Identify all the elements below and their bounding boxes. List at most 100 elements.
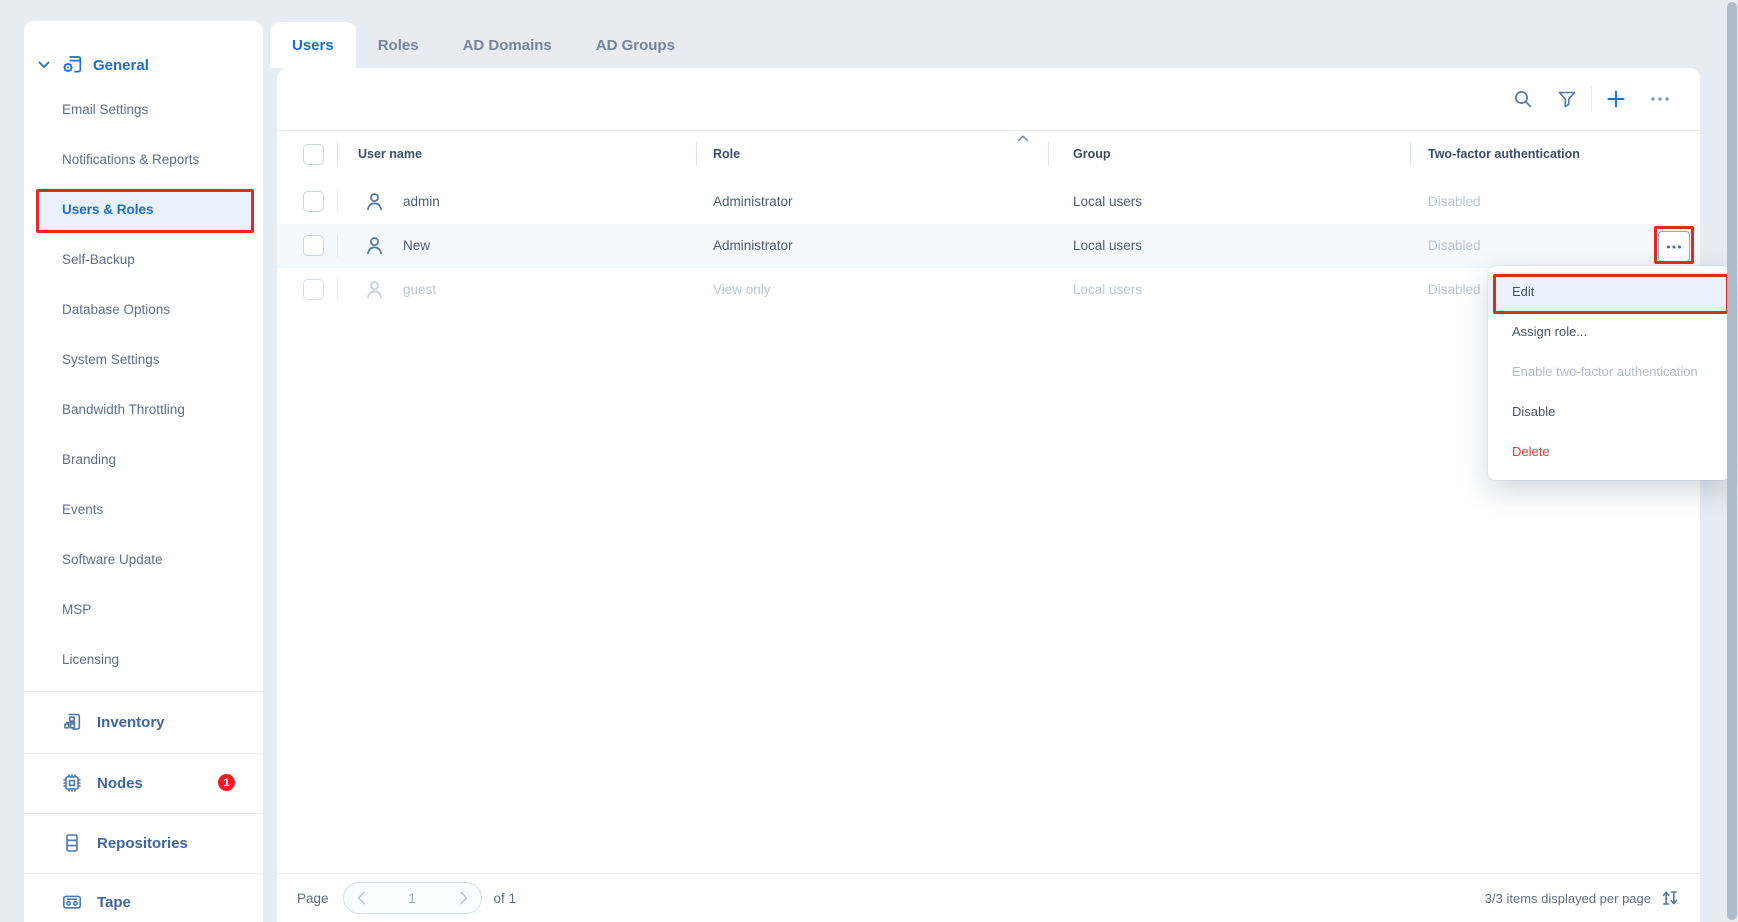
divider: [24, 691, 263, 692]
search-button[interactable]: [1501, 79, 1545, 119]
menu-item-assign-role[interactable]: Assign role...: [1488, 312, 1730, 352]
toolbar-divider: [1591, 86, 1592, 112]
tab-bar: Users Roles AD Domains AD Groups: [270, 22, 697, 68]
sidebar-section-label: Repositories: [97, 835, 188, 852]
select-all-checkbox[interactable]: [303, 144, 324, 165]
sort-ascending-icon: [1017, 134, 1029, 182]
adjust-rows-icon: [1660, 888, 1680, 908]
tab-ad-domains[interactable]: AD Domains: [441, 22, 574, 68]
table-row-new[interactable]: New Administrator Local users Disabled: [277, 224, 1700, 268]
sidebar-item-notifications-reports[interactable]: Notifications & Reports: [24, 140, 263, 180]
page-scrollbar[interactable]: [1727, 2, 1737, 920]
sidebar-section-repositories[interactable]: Repositories: [60, 831, 188, 855]
cell-user-name: guest: [403, 268, 436, 312]
toolbar: [1501, 76, 1682, 122]
table-row-guest[interactable]: guest View only Local users Disabled: [277, 268, 1700, 312]
sidebar-item-system-settings[interactable]: System Settings: [24, 340, 263, 380]
column-header-user-name[interactable]: User name: [358, 130, 422, 178]
chevron-left-icon: [356, 891, 366, 905]
items-per-page-button[interactable]: [1660, 888, 1680, 908]
user-icon: [363, 278, 386, 301]
items-summary: 3/3 items displayed per page: [1485, 891, 1651, 906]
sidebar-section-label: General: [93, 57, 149, 74]
sidebar-item-self-backup[interactable]: Self-Backup: [24, 240, 263, 280]
user-icon: [363, 190, 386, 213]
add-user-button[interactable]: [1594, 79, 1638, 119]
ellipsis-icon: [1666, 244, 1682, 250]
menu-item-enable-two-factor: Enable two-factor authentication: [1488, 352, 1730, 392]
row-divider: [337, 191, 338, 213]
divider: [24, 753, 263, 754]
sidebar-item-software-update[interactable]: Software Update: [24, 540, 263, 580]
column-header-group[interactable]: Group: [1073, 130, 1111, 178]
tab-users[interactable]: Users: [270, 22, 356, 68]
menu-item-delete[interactable]: Delete: [1488, 432, 1730, 472]
sidebar-section-general[interactable]: General: [37, 53, 149, 77]
sidebar: General Email Settings Notifications & R…: [24, 21, 263, 922]
cell-two-factor: Disabled: [1428, 224, 1481, 268]
divider: [24, 873, 263, 874]
row-divider: [337, 279, 338, 301]
sidebar-section-label: Inventory: [97, 714, 165, 731]
page-selector: 1: [343, 882, 482, 914]
sidebar-section-tape[interactable]: Tape: [60, 890, 131, 914]
more-actions-button[interactable]: [1638, 79, 1682, 119]
table-row-admin[interactable]: admin Administrator Local users Disabled: [277, 180, 1700, 224]
menu-item-disable[interactable]: Disable: [1488, 392, 1730, 432]
sidebar-item-users-roles[interactable]: Users & Roles: [37, 189, 253, 231]
cell-group: Local users: [1073, 224, 1142, 268]
sidebar-section-inventory[interactable]: Inventory: [60, 710, 165, 734]
context-menu: Edit Assign role... Enable two-factor au…: [1488, 266, 1730, 480]
cell-user-name: New: [403, 224, 430, 268]
sidebar-item-events[interactable]: Events: [24, 490, 263, 530]
tab-roles[interactable]: Roles: [356, 22, 441, 68]
column-header-two-factor[interactable]: Two-factor authentication: [1428, 130, 1580, 178]
page-total-label: of 1: [494, 891, 517, 906]
chevron-down-icon: [37, 58, 51, 72]
inventory-icon: [60, 710, 84, 734]
search-icon: [1512, 88, 1534, 110]
sidebar-item-branding[interactable]: Branding: [24, 440, 263, 480]
cell-group: Local users: [1073, 180, 1142, 224]
ellipsis-icon: [1648, 88, 1672, 110]
row-checkbox[interactable]: [303, 191, 324, 212]
sidebar-item-bandwidth-throttling[interactable]: Bandwidth Throttling: [24, 390, 263, 430]
row-checkbox[interactable]: [303, 279, 324, 300]
current-page-value[interactable]: 1: [378, 891, 447, 906]
sidebar-item-email-settings[interactable]: Email Settings: [24, 90, 263, 130]
filter-button[interactable]: [1545, 79, 1589, 119]
repositories-icon: [60, 831, 84, 855]
cell-user-name: admin: [403, 180, 440, 224]
row-divider: [337, 235, 338, 257]
chevron-right-icon: [459, 891, 469, 905]
sidebar-item-licensing[interactable]: Licensing: [24, 640, 263, 680]
column-divider: [1048, 142, 1049, 166]
plus-icon: [1605, 88, 1627, 110]
column-header-role[interactable]: Role: [713, 130, 740, 178]
sidebar-item-msp[interactable]: MSP: [24, 590, 263, 630]
general-settings-icon: [60, 53, 84, 77]
next-page-button[interactable]: [447, 891, 481, 905]
sidebar-item-database-options[interactable]: Database Options: [24, 290, 263, 330]
sidebar-section-nodes[interactable]: Nodes: [60, 771, 143, 795]
divider: [24, 813, 263, 814]
tape-icon: [60, 890, 84, 914]
filter-icon: [1556, 88, 1578, 110]
cell-role: Administrator: [713, 224, 793, 268]
row-checkbox[interactable]: [303, 235, 324, 256]
cell-two-factor: Disabled: [1428, 268, 1481, 312]
pagination-bar: Page 1 of 1 3/3 items displayed per page: [277, 873, 1700, 922]
nodes-alert-badge: 1: [218, 774, 235, 791]
column-divider: [1410, 142, 1411, 166]
menu-item-edit[interactable]: Edit: [1488, 272, 1730, 312]
user-icon: [363, 234, 386, 257]
previous-page-button[interactable]: [344, 891, 378, 905]
cell-role: Administrator: [713, 180, 793, 224]
column-divider: [337, 142, 338, 166]
row-actions-button[interactable]: [1658, 231, 1690, 262]
sidebar-section-label: Tape: [97, 894, 131, 911]
tab-ad-groups[interactable]: AD Groups: [574, 22, 697, 68]
cell-group: Local users: [1073, 268, 1142, 312]
app-root: General Email Settings Notifications & R…: [0, 0, 1738, 922]
nodes-chip-icon: [60, 771, 84, 795]
